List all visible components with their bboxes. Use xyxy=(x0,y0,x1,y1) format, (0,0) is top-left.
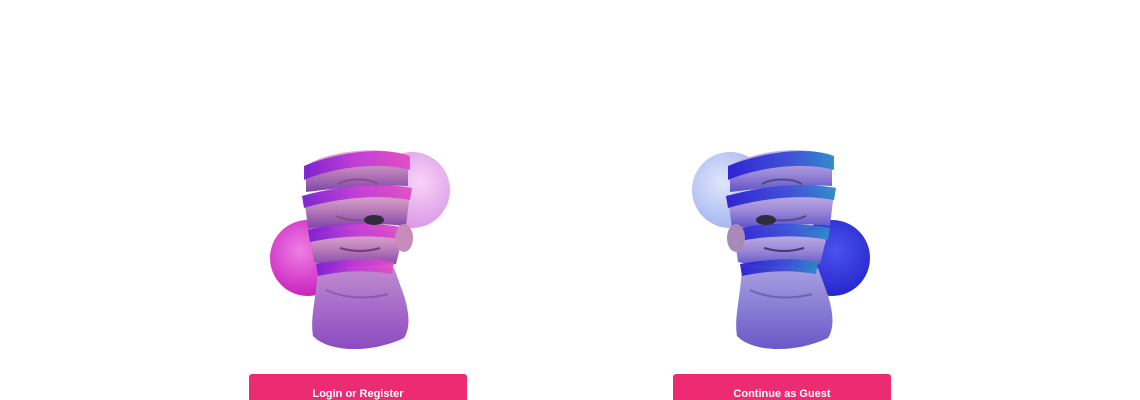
login-or-register-button[interactable]: Login or Register xyxy=(249,374,467,400)
login-option-card: Login or Register xyxy=(198,0,518,400)
sculpture-head-pink-icon xyxy=(270,150,450,350)
guest-option-card: Continue as Guest xyxy=(622,0,942,400)
auth-choice-page: Login or Register Continue as Guest xyxy=(0,0,1140,400)
continue-as-guest-button[interactable]: Continue as Guest xyxy=(673,374,891,400)
sculpture-head-blue-illustration xyxy=(622,140,942,360)
sculpture-head-blue-icon xyxy=(692,150,870,350)
sculpture-head-pink-illustration xyxy=(198,140,518,360)
